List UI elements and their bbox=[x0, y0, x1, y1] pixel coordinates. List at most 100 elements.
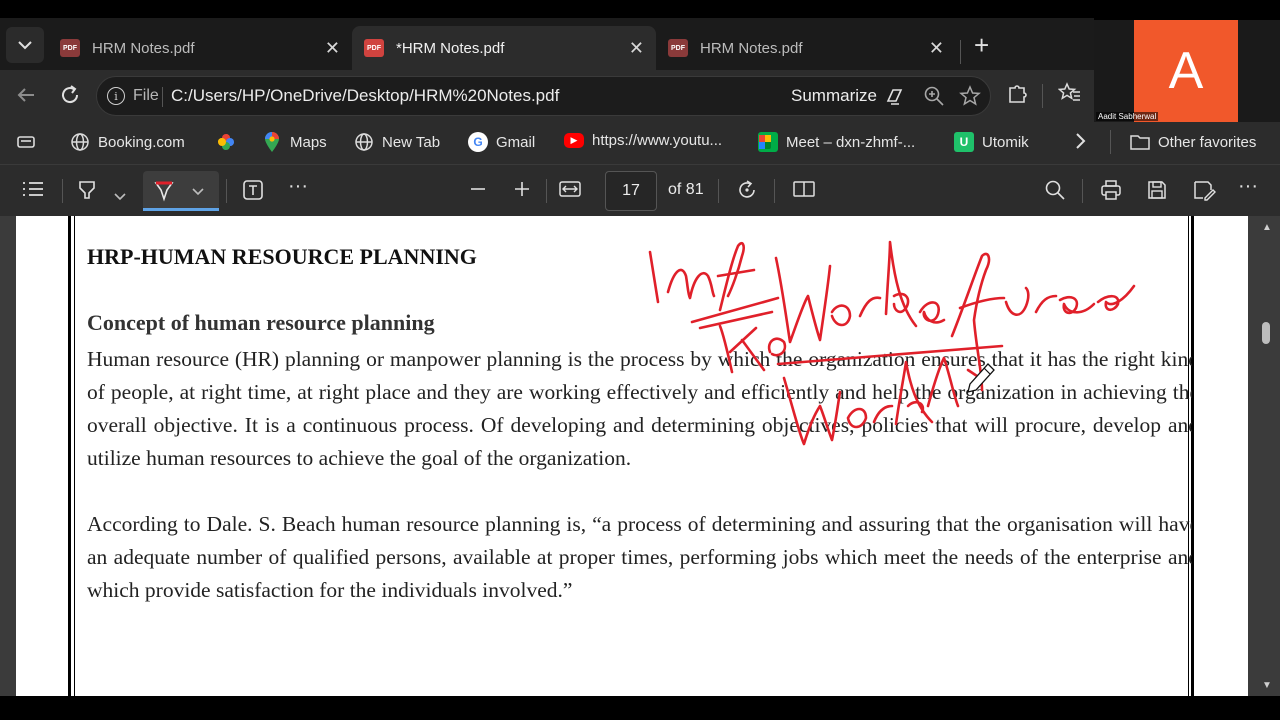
navigation-bar: i File C:/Users/HP/OneDrive/Desktop/HRM%… bbox=[0, 70, 1094, 122]
draw-tool-active[interactable] bbox=[143, 171, 219, 211]
url-text[interactable]: C:/Users/HP/OneDrive/Desktop/HRM%20Notes… bbox=[171, 86, 559, 106]
bookmark-label: Maps bbox=[290, 133, 327, 151]
draw-pen-icon bbox=[154, 181, 174, 202]
chevron-down-icon bbox=[18, 41, 32, 50]
divider bbox=[718, 179, 719, 203]
new-tab-plus-icon[interactable]: + bbox=[974, 32, 989, 58]
tab-hrm-notes-3[interactable]: PDF HRM Notes.pdf ✕ bbox=[656, 26, 956, 70]
bookmark-label: Gmail bbox=[496, 133, 536, 151]
page-view-icon[interactable] bbox=[792, 179, 816, 205]
globe-icon bbox=[354, 132, 374, 152]
tab-title: *HRM Notes.pdf bbox=[396, 39, 505, 57]
contents-list-icon[interactable] bbox=[22, 179, 44, 205]
tab-actions-menu-button[interactable] bbox=[6, 27, 44, 63]
chevron-right-icon[interactable] bbox=[1074, 132, 1086, 150]
divider bbox=[1042, 84, 1043, 108]
star-favorite-icon[interactable] bbox=[959, 85, 981, 113]
divider bbox=[1082, 179, 1083, 203]
meet-icon bbox=[758, 132, 778, 152]
divider bbox=[960, 40, 961, 64]
address-bar[interactable]: i File C:/Users/HP/OneDrive/Desktop/HRM%… bbox=[96, 76, 991, 116]
active-indicator bbox=[143, 208, 219, 211]
google-g-icon: G bbox=[468, 132, 488, 152]
bookmark-maps[interactable]: Maps bbox=[262, 132, 327, 152]
participant-name: Aadit Sabherwal bbox=[1096, 112, 1159, 121]
pdf-file-icon: PDF bbox=[364, 39, 384, 57]
section-heading: HRP-HUMAN RESOURCE PLANNING bbox=[87, 244, 477, 269]
search-icon[interactable] bbox=[1044, 179, 1066, 207]
rotate-icon[interactable] bbox=[736, 179, 758, 207]
bookmark-booking[interactable]: Booking.com bbox=[70, 132, 185, 152]
video-call-overlay: A Aadit Sabherwal bbox=[1094, 20, 1280, 122]
divider bbox=[774, 179, 775, 203]
photos-pinwheel-icon bbox=[216, 132, 236, 152]
favorites-list-icon[interactable] bbox=[1057, 82, 1082, 110]
scroll-up-arrow-icon[interactable]: ▲ bbox=[1262, 222, 1272, 233]
close-tab-icon[interactable]: ✕ bbox=[325, 38, 340, 59]
text-box-icon[interactable] bbox=[242, 179, 264, 207]
more-tools-icon[interactable]: ··· bbox=[288, 175, 308, 198]
favorites-bar: Booking.com Maps New Tab G Gmail ▶ https… bbox=[0, 122, 1280, 164]
bookmark-label: Meet – dxn-zhmf-... bbox=[786, 133, 916, 151]
pdf-page: HRP-HUMAN RESOURCE PLANNING Concept of h… bbox=[16, 216, 1248, 696]
bookmark-new-tab[interactable]: New Tab bbox=[354, 132, 440, 152]
tab-hrm-notes-active[interactable]: PDF *HRM Notes.pdf ✕ bbox=[352, 26, 656, 70]
bookmark-label: https://www.youtu... bbox=[592, 132, 723, 149]
print-icon[interactable] bbox=[1100, 179, 1122, 207]
folder-icon bbox=[1130, 132, 1150, 152]
tab-title: HRM Notes.pdf bbox=[700, 39, 803, 57]
bookmark-utomik[interactable]: U Utomik bbox=[954, 132, 1029, 152]
scheme-label: File bbox=[133, 87, 159, 104]
page-border bbox=[68, 216, 71, 696]
bookmark-label: Utomik bbox=[982, 133, 1029, 151]
bookmark-label: Booking.com bbox=[98, 133, 185, 151]
divider bbox=[546, 179, 547, 203]
document-viewer: HRP-HUMAN RESOURCE PLANNING Concept of h… bbox=[0, 216, 1280, 696]
bookmark-gmail[interactable]: G Gmail bbox=[468, 132, 535, 152]
pdf-file-icon: PDF bbox=[668, 39, 688, 57]
participant-avatar: A bbox=[1134, 20, 1238, 122]
more-options-icon[interactable]: ··· bbox=[1238, 175, 1258, 198]
highlight-tool-icon[interactable] bbox=[76, 179, 98, 207]
bookmark-youtube[interactable]: ▶ https://www.youtu... bbox=[564, 132, 722, 149]
extensions-puzzle-icon[interactable] bbox=[1006, 82, 1028, 110]
bookmark-other-favorites[interactable]: Other favorites bbox=[1130, 132, 1256, 152]
site-info-icon[interactable]: i bbox=[107, 87, 125, 105]
maps-pin-icon bbox=[262, 132, 282, 152]
bookmark-meet[interactable]: Meet – dxn-zhmf-... bbox=[758, 132, 915, 152]
summarize-label: Summarize bbox=[791, 86, 877, 105]
paragraph-definition: Human resource (HR) planning or manpower… bbox=[87, 347, 1192, 470]
scroll-down-arrow-icon[interactable]: ▼ bbox=[1262, 680, 1272, 691]
collections-icon[interactable] bbox=[16, 132, 38, 152]
utomik-icon: U bbox=[954, 132, 974, 152]
tab-title: HRM Notes.pdf bbox=[92, 39, 195, 57]
save-icon[interactable] bbox=[1146, 179, 1168, 207]
save-as-icon[interactable] bbox=[1192, 179, 1216, 207]
screen-bottom-edge bbox=[0, 696, 1280, 720]
divider bbox=[226, 179, 227, 203]
summarize-button[interactable]: Summarize bbox=[791, 86, 906, 107]
page-count: of 81 bbox=[668, 181, 704, 198]
close-tab-icon[interactable]: ✕ bbox=[929, 38, 944, 59]
divider bbox=[62, 179, 63, 203]
chevron-down-icon bbox=[192, 188, 204, 196]
zoom-icon[interactable] bbox=[923, 85, 945, 113]
copilot-icon bbox=[886, 88, 902, 105]
fit-width-icon[interactable] bbox=[558, 179, 582, 205]
bookmark-photos[interactable] bbox=[216, 132, 244, 152]
divider bbox=[1110, 130, 1111, 154]
youtube-icon: ▶ bbox=[564, 133, 584, 148]
scrollbar-thumb[interactable] bbox=[1262, 322, 1270, 344]
zoom-out-icon[interactable] bbox=[468, 179, 488, 205]
page-number-input[interactable]: 17 bbox=[605, 171, 657, 211]
divider bbox=[162, 87, 163, 107]
paragraph-dale-beach-quote: According to Dale. S. Beach human resour… bbox=[87, 512, 1192, 602]
globe-icon bbox=[70, 132, 90, 152]
refresh-icon[interactable] bbox=[58, 83, 82, 113]
zoom-in-icon[interactable] bbox=[512, 179, 532, 205]
close-tab-icon[interactable]: ✕ bbox=[629, 38, 644, 59]
chevron-down-icon[interactable] bbox=[114, 185, 126, 207]
tab-hrm-notes-1[interactable]: PDF HRM Notes.pdf ✕ bbox=[48, 26, 352, 70]
page-content: HRP-HUMAN RESOURCE PLANNING Concept of h… bbox=[87, 244, 1192, 607]
back-arrow-icon[interactable] bbox=[14, 83, 38, 113]
